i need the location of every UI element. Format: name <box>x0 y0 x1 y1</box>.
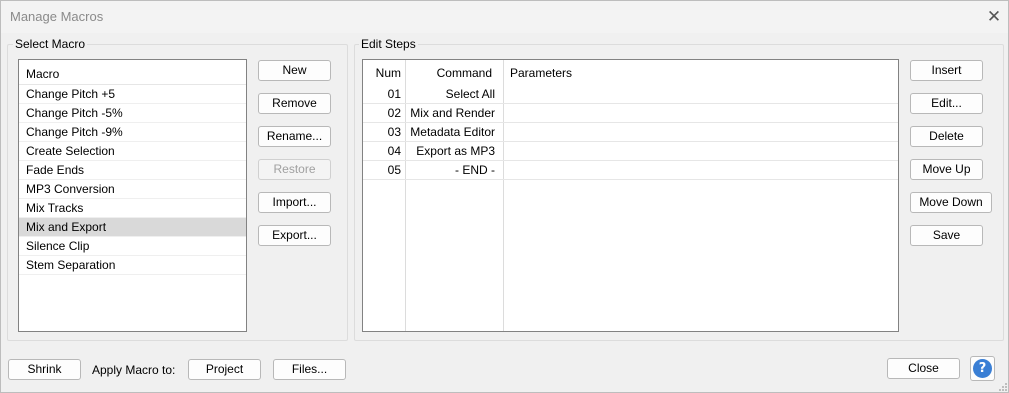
save-button[interactable]: Save <box>910 225 983 246</box>
step-num: 03 <box>387 125 401 139</box>
step-num: 04 <box>387 144 401 158</box>
macro-list-item[interactable]: Create Selection <box>19 142 246 161</box>
macro-list-item[interactable]: MP3 Conversion <box>19 180 246 199</box>
step-parameters <box>510 142 890 161</box>
step-num: 02 <box>387 106 401 120</box>
apply-to-files-button[interactable]: Files... <box>273 359 346 380</box>
macro-list-item[interactable]: Change Pitch +5 <box>19 85 246 104</box>
macro-list-item[interactable]: Stem Separation <box>19 256 246 275</box>
step-row[interactable]: 03 Metadata Editor <box>363 123 898 142</box>
manage-macros-dialog: Manage Macros ✕ Select Macro Macro Chang… <box>0 0 1009 393</box>
macro-list-item[interactable]: Silence Clip <box>19 237 246 256</box>
macro-list-item[interactable]: Mix and Export <box>19 218 246 237</box>
macro-list-item[interactable]: Fade Ends <box>19 161 246 180</box>
macro-list-item[interactable]: Change Pitch -5% <box>19 104 246 123</box>
step-row[interactable]: 05 - END - <box>363 161 898 180</box>
macro-list-header[interactable]: Macro <box>19 63 246 85</box>
new-macro-button[interactable]: New <box>258 60 331 81</box>
select-macro-label: Select Macro <box>13 37 88 51</box>
help-button[interactable]: ? <box>970 356 995 381</box>
step-command: - END - <box>455 163 495 177</box>
step-parameters <box>510 104 890 123</box>
export-macro-button[interactable]: Export... <box>258 225 331 246</box>
move-up-button[interactable]: Move Up <box>910 159 983 180</box>
title-bar: Manage Macros ✕ <box>1 1 1008 33</box>
resize-grip-icon[interactable] <box>998 382 1008 392</box>
step-num: 01 <box>387 87 401 101</box>
step-parameters <box>510 85 890 104</box>
steps-grid[interactable]: Num Command Parameters 01 Select All 02 Mix… <box>362 59 899 332</box>
step-command: Export as MP3 <box>416 144 495 158</box>
move-down-button[interactable]: Move Down <box>910 192 992 213</box>
step-num: 05 <box>387 163 401 177</box>
close-button[interactable]: Close <box>887 358 960 379</box>
step-parameters <box>510 161 890 180</box>
macro-list-item[interactable]: Mix Tracks <box>19 199 246 218</box>
rename-macro-button[interactable]: Rename... <box>258 126 331 147</box>
insert-step-button[interactable]: Insert <box>910 60 983 81</box>
step-command: Metadata Editor <box>410 125 495 139</box>
step-command: Select All <box>445 87 495 101</box>
import-macro-button[interactable]: Import... <box>258 192 331 213</box>
edit-steps-label: Edit Steps <box>359 37 418 51</box>
close-icon[interactable]: ✕ <box>985 7 1003 25</box>
column-header-num[interactable]: Num <box>363 62 401 85</box>
step-row[interactable]: 04 Export as MP3 <box>363 142 898 161</box>
column-header-parameters[interactable]: Parameters <box>510 62 710 85</box>
edit-step-button[interactable]: Edit... <box>910 93 983 114</box>
step-command: Mix and Render <box>410 106 495 120</box>
help-icon: ? <box>973 359 992 378</box>
restore-macro-button[interactable]: Restore <box>258 159 331 180</box>
step-row[interactable]: 02 Mix and Render <box>363 104 898 123</box>
remove-macro-button[interactable]: Remove <box>258 93 331 114</box>
column-header-command[interactable]: Command <box>407 62 492 85</box>
apply-macro-label: Apply Macro to: <box>92 363 176 377</box>
macro-list[interactable]: Macro Change Pitch +5 Change Pitch -5% Cha… <box>18 59 247 332</box>
step-row[interactable]: 01 Select All <box>363 85 898 104</box>
macro-list-item[interactable]: Change Pitch -9% <box>19 123 246 142</box>
apply-to-project-button[interactable]: Project <box>188 359 261 380</box>
shrink-button[interactable]: Shrink <box>8 359 81 380</box>
delete-step-button[interactable]: Delete <box>910 126 983 147</box>
step-parameters <box>510 123 890 142</box>
window-title: Manage Macros <box>10 9 104 24</box>
